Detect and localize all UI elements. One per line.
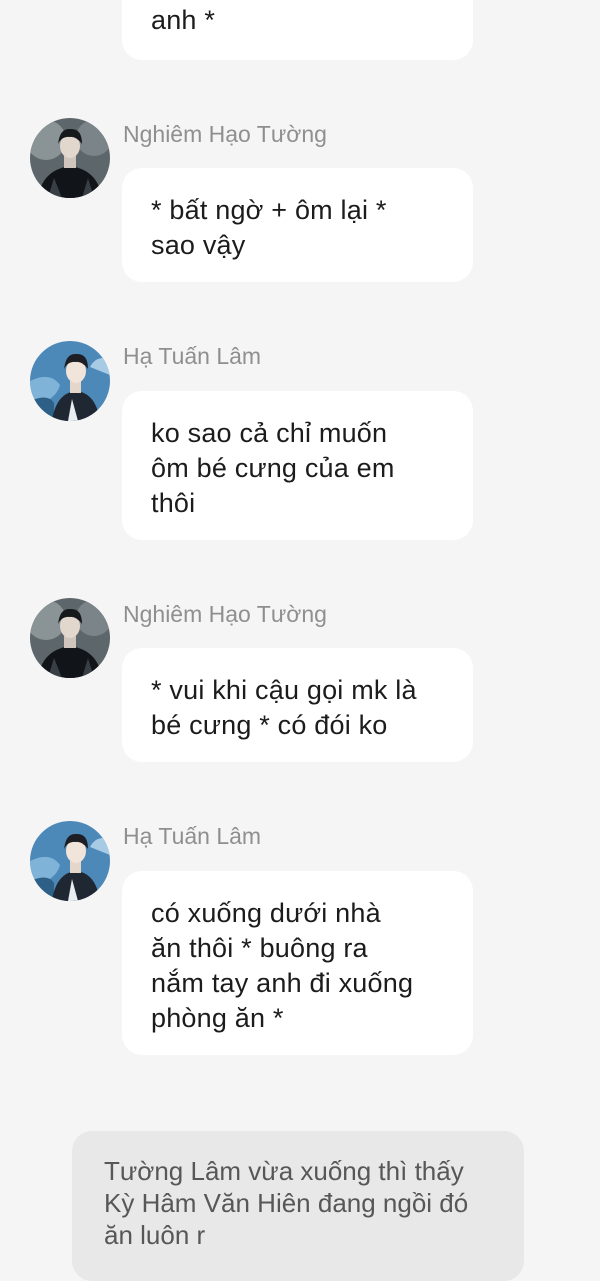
message-bubble: anh * bbox=[122, 0, 473, 60]
message-text: ko sao cả chỉ muốn ôm bé cưng của em thôi bbox=[151, 418, 395, 518]
message-bubble: ko sao cả chỉ muốn ôm bé cưng của em thôi bbox=[122, 391, 473, 540]
sender-name: Hạ Tuấn Lâm bbox=[123, 823, 262, 849]
avatar-nghiem-hao-tuong[interactable] bbox=[30, 118, 110, 198]
message-bubble: có xuống dưới nhà ăn thôi * buông ra nắm t… bbox=[122, 871, 473, 1055]
message-text: có xuống dưới nhà ăn thôi * buông ra nắm t… bbox=[151, 898, 414, 1033]
message-text: * bất ngờ + ôm lại * sao vậy bbox=[151, 195, 387, 260]
avatar-ha-tuan-lam[interactable] bbox=[30, 341, 110, 421]
avatar-nghiem-hao-tuong[interactable] bbox=[30, 598, 110, 678]
message-text: anh * bbox=[151, 5, 216, 35]
narration-box: Tường Lâm vừa xuống thì thấy Kỳ Hâm Văn H… bbox=[72, 1131, 524, 1281]
message-bubble: * vui khi cậu gọi mk là bé cưng * có đói … bbox=[122, 648, 473, 762]
sender-name: Hạ Tuấn Lâm bbox=[123, 343, 262, 369]
avatar-ha-tuan-lam[interactable] bbox=[30, 821, 110, 901]
message-bubble: * bất ngờ + ôm lại * sao vậy bbox=[122, 168, 473, 282]
sender-name: Nghiêm Hạo Tường bbox=[123, 601, 327, 627]
sender-name: Nghiêm Hạo Tường bbox=[123, 121, 327, 147]
narration-text: Tường Lâm vừa xuống thì thấy Kỳ Hâm Văn H… bbox=[104, 1156, 469, 1250]
message-text: * vui khi cậu gọi mk là bé cưng * có đói … bbox=[151, 675, 417, 740]
